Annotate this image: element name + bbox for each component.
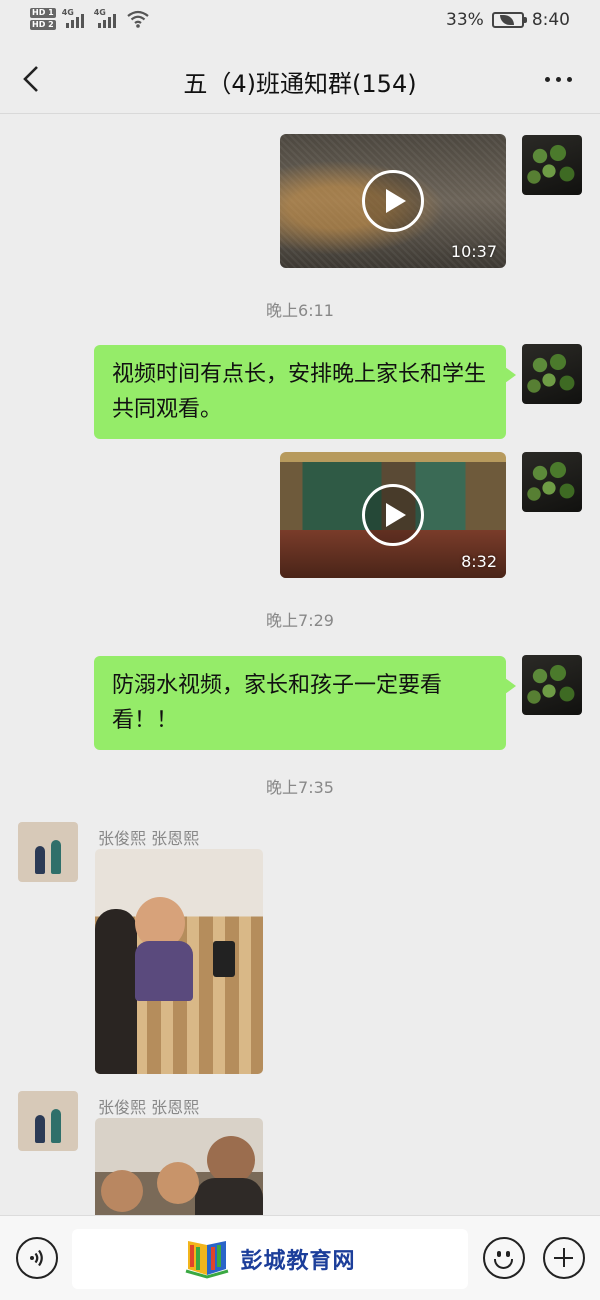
signal-icon-2: 4G — [94, 8, 120, 30]
wifi-icon — [127, 10, 149, 28]
clock: 8:40 — [531, 10, 570, 30]
video-duration: 8:32 — [461, 552, 497, 571]
timestamp: 晚上7:29 — [266, 611, 334, 630]
plus-icon[interactable] — [543, 1237, 585, 1279]
video-duration: 10:37 — [450, 242, 497, 261]
status-bar: HD 1 HD 2 4G 4G 33% 8:40 — [0, 0, 600, 44]
timestamp: 晚上6:11 — [266, 301, 334, 320]
sender-avatar[interactable] — [18, 1091, 78, 1151]
input-bar: 彭城教育网 — [0, 1215, 600, 1300]
sender-avatar[interactable] — [18, 822, 78, 882]
image-message-1[interactable] — [95, 849, 263, 1074]
sender-name: 张俊熙 张恩熙 — [98, 829, 200, 848]
play-icon[interactable] — [362, 484, 424, 546]
my-avatar[interactable] — [522, 135, 582, 195]
my-avatar[interactable] — [522, 344, 582, 404]
hd-badge-1: HD 1 — [30, 8, 56, 18]
book-logo-icon — [186, 1241, 229, 1279]
chat-title: 五（4)班通知群(154) — [183, 70, 417, 98]
my-avatar[interactable] — [522, 452, 582, 512]
emoji-icon[interactable] — [483, 1237, 525, 1279]
chat-header: 五（4)班通知群(154) — [0, 44, 600, 114]
timestamp: 晚上7:35 — [266, 778, 334, 797]
message-input[interactable]: 彭城教育网 — [72, 1229, 468, 1289]
voice-icon[interactable] — [16, 1237, 58, 1279]
hd-badge-2: HD 2 — [30, 20, 56, 30]
signal-icon-1: 4G — [62, 8, 88, 30]
battery-icon — [491, 12, 527, 28]
logo-text: 彭城教育网 — [240, 1248, 356, 1274]
text-message-1[interactable]: 视频时间有点长，安排晚上家长和学生共同观看。 — [94, 345, 516, 439]
more-dots-icon[interactable] — [538, 64, 578, 94]
video-message-1[interactable]: 10:37 — [280, 134, 506, 268]
image-message-2[interactable] — [95, 1118, 263, 1215]
battery-percent: 33% — [446, 10, 484, 30]
network-indicators: HD 1 HD 2 4G 4G — [30, 8, 150, 30]
text-message-2[interactable]: 防溺水视频，家长和孩子一定要看看！！ — [94, 656, 516, 750]
chat-messages[interactable]: 10:37 晚上6:11 视频时间有点长，安排晚上家长和学生共同观看。 8:32… — [0, 115, 600, 1215]
sender-name: 张俊熙 张恩熙 — [98, 1098, 200, 1117]
video-message-2[interactable]: 8:32 — [280, 452, 506, 578]
play-icon[interactable] — [362, 170, 424, 232]
status-right: 33% 8:40 — [446, 10, 570, 30]
my-avatar[interactable] — [522, 655, 582, 715]
